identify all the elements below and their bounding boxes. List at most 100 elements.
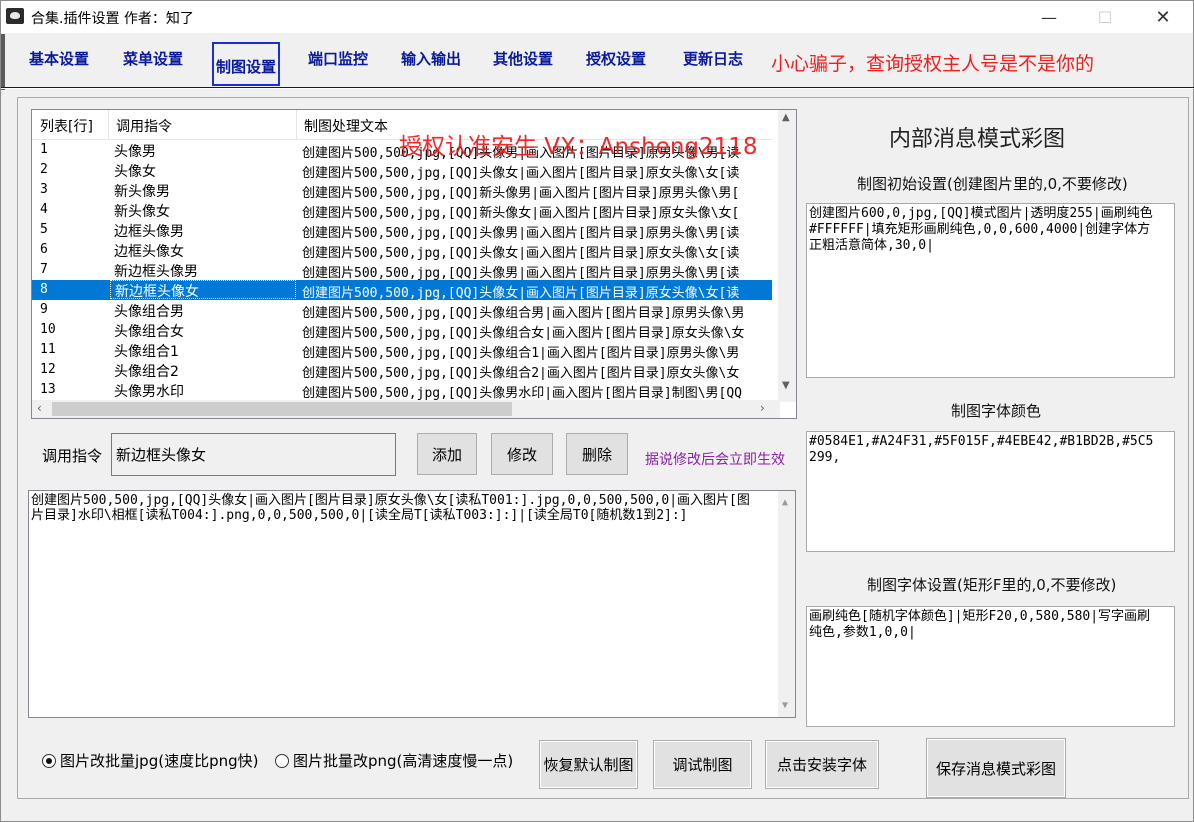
- app-window: 合集.插件设置 作者：知了 — ☐ ✕ 基本设置 菜单设置 制图设置 端口监控 …: [0, 0, 1194, 822]
- row-number: 6: [40, 242, 48, 257]
- radio-jpg[interactable]: 图片改批量jpg(速度比png快): [42, 750, 258, 771]
- scroll-left-icon[interactable]: ‹: [37, 401, 42, 415]
- list-row[interactable]: 13 头像男水印 创建图片500,500,jpg,[QQ]头像男水印|画入图片[图片…: [32, 380, 772, 400]
- column-header-command[interactable]: 调用指令: [116, 116, 172, 136]
- row-number: 5: [40, 222, 48, 237]
- scroll-right-icon[interactable]: ›: [760, 401, 765, 415]
- row-command: 边框头像女: [114, 244, 184, 260]
- add-button[interactable]: 添加: [417, 433, 477, 475]
- column-header-row[interactable]: 列表[行]: [40, 116, 93, 136]
- init-settings-label: 制图初始设置(创建图片里的,0,不要修改): [857, 175, 1128, 193]
- column-header-text[interactable]: 制图处理文本: [304, 116, 388, 136]
- delete-button[interactable]: 删除: [566, 433, 628, 475]
- font-settings-label: 制图字体设置(矩形F里的,0,不要修改): [867, 576, 1117, 594]
- radio-jpg-label: 图片改批量jpg(速度比png快): [60, 752, 259, 770]
- font-color-value: #0584E1,#A24F31,#5F015F,#4EBE42,#B1BD2B,…: [809, 434, 1154, 465]
- editor-scrollbar[interactable]: ▲ ▼: [778, 491, 795, 717]
- scroll-down-icon[interactable]: ▼: [782, 380, 790, 391]
- tab-basic-settings[interactable]: 基本设置: [29, 48, 89, 69]
- list-row[interactable]: 12 头像组合2 创建图片500,500,jpg,[QQ]头像组合2|画入图片[图片…: [32, 360, 772, 380]
- row-number: 7: [40, 262, 48, 277]
- list-row[interactable]: 2 头像女 创建图片500,500,jpg,[QQ]头像女|画入图片[图片目录]原女…: [32, 160, 772, 180]
- list-row[interactable]: 3 新头像男 创建图片500,500,jpg,[QQ]新头像男|画入图片[图片目录]…: [32, 180, 772, 200]
- list-row[interactable]: 5 边框头像男 创建图片500,500,jpg,[QQ]头像男|画入图片[图片目录]…: [32, 220, 772, 240]
- radio-png-label: 图片批量改png(高清速度慢一点): [293, 752, 514, 770]
- row-text: 创建图片500,500,jpg,[QQ]头像女|画入图片[图片目录]原女头像\女…: [302, 246, 740, 260]
- row-command: 头像男水印: [114, 384, 184, 400]
- scroll-up-icon[interactable]: ▲: [782, 112, 790, 123]
- edit-button[interactable]: 修改: [491, 433, 553, 475]
- font-settings-textarea[interactable]: 画刷纯色[随机字体颜色]|矩形F20,0,580,580|写字画刷纯色,参数1,…: [806, 606, 1175, 727]
- tab-bar: 基本设置 菜单设置 制图设置 端口监控 输入输出 其他设置 授权设置 更新日志 …: [1, 41, 1194, 89]
- row-command: 新边框头像男: [114, 264, 198, 280]
- font-color-label: 制图字体颜色: [951, 402, 1042, 420]
- init-settings-value: 创建图片600,0,jpg,[QQ]模式图片|透明度255|画刷纯色#FFFFF…: [809, 206, 1153, 253]
- list-row[interactable]: 6 边框头像女 创建图片500,500,jpg,[QQ]头像女|画入图片[图片目录]…: [32, 240, 772, 260]
- watermark-text: 授权认准安生 VX：Ansheng2118: [399, 134, 758, 160]
- row-number: 11: [40, 342, 56, 357]
- row-text: 创建图片500,500,jpg,[QQ]头像男|画入图片[图片目录]原男头像\男…: [302, 266, 740, 280]
- row-command: 头像组合1: [114, 344, 179, 360]
- list-row[interactable]: 7 新边框头像男 创建图片500,500,jpg,[QQ]头像男|画入图片[图片目录…: [32, 260, 772, 280]
- tab-changelog[interactable]: 更新日志: [683, 48, 743, 69]
- tab-menu-settings[interactable]: 菜单设置: [123, 48, 183, 69]
- row-text: 创建图片500,500,jpg,[QQ]头像男|画入图片[图片目录]原男头像\男…: [302, 226, 740, 240]
- font-settings-value: 画刷纯色[随机字体颜色]|矩形F20,0,580,580|写字画刷纯色,参数1,…: [809, 609, 1151, 640]
- column-divider[interactable]: [108, 110, 109, 140]
- row-command: 新边框头像女: [110, 280, 296, 300]
- row-number: 8: [40, 282, 48, 297]
- row-number: 1: [40, 142, 48, 157]
- debug-drawing-button[interactable]: 调试制图: [653, 740, 752, 789]
- list-row[interactable]: 10 头像组合女 创建图片500,500,jpg,[QQ]头像组合女|画入图片[图片…: [32, 320, 772, 340]
- list-row[interactable]: 11 头像组合1 创建图片500,500,jpg,[QQ]头像组合1|画入图片[图片…: [32, 340, 772, 360]
- tab-input-output[interactable]: 输入输出: [401, 48, 461, 69]
- command-input[interactable]: 新边框头像女: [111, 433, 396, 476]
- row-number: 4: [40, 202, 48, 217]
- maximize-button[interactable]: ☐: [1082, 1, 1128, 33]
- row-text: 创建图片500,500,jpg,[QQ]头像男水印|画入图片[图片目录]制图\男…: [302, 386, 743, 400]
- close-button[interactable]: ✕: [1140, 1, 1186, 33]
- scroll-up-icon[interactable]: ▲: [782, 495, 788, 510]
- title-bar: 合集.插件设置 作者：知了 — ☐ ✕: [1, 1, 1193, 33]
- row-text: 创建图片500,500,jpg,[QQ]头像组合1|画入图片[图片目录]原男头像…: [302, 346, 740, 360]
- list-row[interactable]: 9 头像组合男 创建图片500,500,jpg,[QQ]头像组合男|画入图片[图片目…: [32, 300, 772, 320]
- row-text: 创建图片500,500,jpg,[QQ]新头像女|画入图片[图片目录]原女头像\…: [302, 206, 740, 220]
- radio-png[interactable]: 图片批量改png(高清速度慢一点): [275, 750, 513, 771]
- row-command: 头像男: [114, 144, 156, 160]
- install-font-button[interactable]: 点击安装字体: [765, 740, 879, 789]
- radio-unchecked-icon[interactable]: [275, 753, 289, 768]
- tab-other-settings[interactable]: 其他设置: [493, 48, 553, 69]
- font-color-textarea[interactable]: #0584E1,#A24F31,#5F015F,#4EBE42,#B1BD2B,…: [806, 431, 1175, 552]
- process-text-editor[interactable]: 创建图片500,500,jpg,[QQ]头像女|画入图片[图片目录]原女头像\女…: [28, 490, 796, 718]
- edit-note: 据说修改后会立即生效: [645, 452, 785, 468]
- restore-default-button[interactable]: 恢复默认制图: [539, 740, 638, 789]
- row-number: 3: [40, 182, 48, 197]
- scroll-thumb[interactable]: [52, 402, 512, 416]
- row-number: 13: [40, 382, 56, 397]
- row-text: 创建图片500,500,jpg,[QQ]头像女|画入图片[图片目录]原女头像\女…: [302, 286, 740, 300]
- list-horizontal-scrollbar[interactable]: ‹ ›: [32, 400, 780, 418]
- app-icon: [6, 8, 24, 24]
- right-panel-title: 内部消息模式彩图: [889, 127, 1066, 152]
- command-label: 调用指令: [42, 447, 103, 465]
- scroll-down-icon[interactable]: ▼: [782, 698, 788, 713]
- tab-port-monitor[interactable]: 端口监控: [308, 48, 368, 69]
- row-text: 创建图片500,500,jpg,[QQ]头像组合女|画入图片[图片目录]原女头像…: [302, 326, 745, 340]
- list-row[interactable]: 4 新头像女 创建图片500,500,jpg,[QQ]新头像女|画入图片[图片目录]…: [32, 200, 772, 220]
- minimize-button[interactable]: —: [1026, 1, 1072, 33]
- radio-checked-icon[interactable]: [42, 753, 56, 768]
- tab-drawing-settings[interactable]: 制图设置: [212, 42, 281, 86]
- row-text: 创建图片500,500,jpg,[QQ]头像组合男|画入图片[图片目录]原男头像…: [302, 306, 745, 320]
- list-vertical-scrollbar[interactable]: ▲ ▼: [778, 110, 796, 402]
- row-number: 9: [40, 302, 48, 317]
- row-command: 新头像女: [114, 204, 170, 220]
- scam-warning: 小心骗子，查询授权主人号是不是你的: [771, 53, 1095, 75]
- column-divider[interactable]: [296, 110, 297, 140]
- row-number: 10: [40, 322, 56, 337]
- row-number: 2: [40, 162, 48, 177]
- init-settings-textarea[interactable]: 创建图片600,0,jpg,[QQ]模式图片|透明度255|画刷纯色#FFFFF…: [806, 203, 1175, 378]
- list-row[interactable]: 8 新边框头像女 创建图片500,500,jpg,[QQ]头像女|画入图片[图片目录…: [32, 280, 772, 300]
- save-color-image-button[interactable]: 保存消息模式彩图: [926, 738, 1066, 798]
- tab-authorization[interactable]: 授权设置: [586, 48, 646, 69]
- row-text: 创建图片500,500,jpg,[QQ]新头像男|画入图片[图片目录]原男头像\…: [302, 186, 740, 200]
